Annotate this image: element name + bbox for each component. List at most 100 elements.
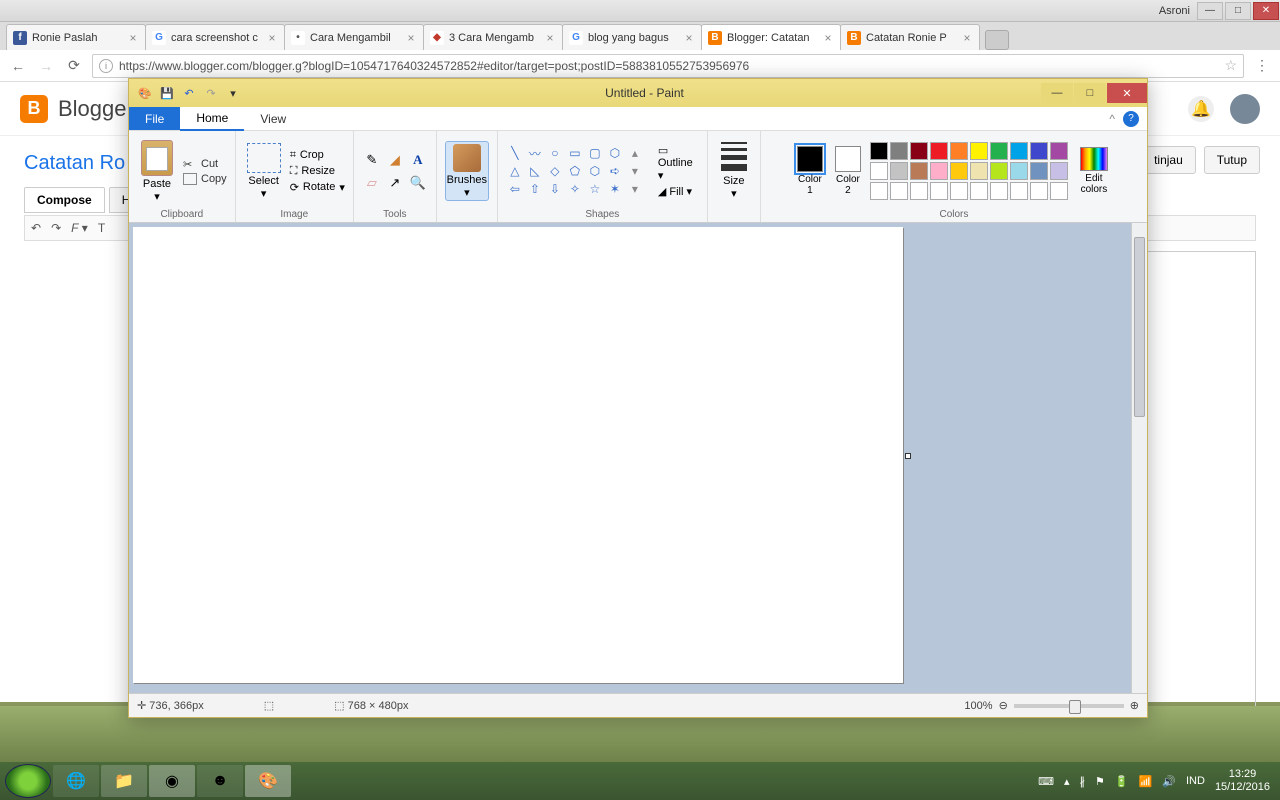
start-button[interactable]	[5, 764, 51, 798]
scrollbar-thumb[interactable]	[1134, 237, 1145, 417]
browser-tab[interactable]: BBlogger: Catatan×	[701, 24, 841, 50]
ribbon-collapse-icon[interactable]: ^	[1109, 112, 1115, 126]
palette-swatch[interactable]	[870, 142, 888, 160]
text-tool-icon[interactable]: A	[408, 150, 428, 170]
edit-colors-button[interactable]: Edit colors	[1074, 147, 1114, 195]
palette-swatch[interactable]	[910, 182, 928, 200]
zoom-out-button[interactable]: ⊖	[999, 699, 1008, 712]
tray-bluetooth-icon[interactable]: ∦	[1080, 775, 1086, 788]
taskbar-chrome-icon[interactable]: ◉	[149, 765, 195, 797]
size-button[interactable]: Size ▾	[716, 142, 752, 200]
shape-star6-icon[interactable]: ✶	[606, 181, 624, 197]
tray-chevron-icon[interactable]: ▴	[1064, 775, 1070, 788]
palette-swatch[interactable]	[990, 142, 1008, 160]
palette-swatch[interactable]	[990, 182, 1008, 200]
browser-tab[interactable]: BCatatan Ronie P×	[840, 24, 980, 50]
palette-swatch[interactable]	[1010, 142, 1028, 160]
palette-swatch[interactable]	[1050, 142, 1068, 160]
shape-rect-icon[interactable]: ▭	[566, 145, 584, 161]
palette-swatch[interactable]	[950, 182, 968, 200]
zoom-in-button[interactable]: ⊕	[1130, 699, 1139, 712]
font-size-dropdown[interactable]: T	[98, 221, 105, 235]
account-avatar[interactable]	[1230, 94, 1260, 124]
chrome-menu-button[interactable]: ⋮	[1252, 56, 1272, 76]
win-close-button[interactable]: ✕	[1253, 2, 1279, 20]
view-tab[interactable]: View	[244, 108, 302, 130]
copy-button[interactable]: Copy	[183, 173, 227, 185]
palette-swatch[interactable]	[970, 182, 988, 200]
shapes-gallery[interactable]: ╲ 〰 ○ ▭ ▢ ⬡ ▴ △ ◺ ◇ ⬠ ⬡ ➪ ▾ ⇦ ⇧ ⇩	[506, 145, 644, 197]
shape-diamond-icon[interactable]: ◇	[546, 163, 564, 179]
canvas-handle-right[interactable]	[905, 453, 911, 459]
qat-save-icon[interactable]: 💾	[159, 85, 175, 101]
browser-tab[interactable]: •Cara Mengambil×	[284, 24, 424, 50]
palette-swatch[interactable]	[1010, 162, 1028, 180]
taskbar-explorer-icon[interactable]: 📁	[101, 765, 147, 797]
paint-canvas[interactable]	[133, 227, 903, 683]
vertical-scrollbar[interactable]	[1131, 223, 1147, 693]
font-family-dropdown[interactable]: F ▾	[71, 221, 88, 235]
palette-swatch[interactable]	[1030, 182, 1048, 200]
color1-button[interactable]: Color 1	[794, 146, 826, 196]
shape-star5-icon[interactable]: ☆	[586, 181, 604, 197]
color2-button[interactable]: Color 2	[832, 146, 864, 196]
shape-line-icon[interactable]: ╲	[506, 145, 524, 161]
reload-button[interactable]: ⟳	[64, 56, 84, 76]
paint-minimize-button[interactable]: —	[1041, 83, 1073, 103]
pencil-tool-icon[interactable]: ✎	[362, 150, 382, 170]
shape-rtri-icon[interactable]: ◺	[526, 163, 544, 179]
cut-button[interactable]: ✂Cut	[183, 158, 227, 170]
back-button[interactable]: ←	[8, 56, 28, 76]
shape-arrowl-icon[interactable]: ⇦	[506, 181, 524, 197]
new-tab-button[interactable]	[985, 30, 1009, 50]
bookmark-star-icon[interactable]: ☆	[1224, 57, 1237, 74]
site-info-icon[interactable]: i	[99, 59, 113, 73]
palette-swatch[interactable]	[930, 142, 948, 160]
tab-close-icon[interactable]: ×	[127, 31, 139, 45]
eraser-tool-icon[interactable]: ▱	[362, 173, 382, 193]
fill-tool-icon[interactable]: ◢	[385, 150, 405, 170]
tab-close-icon[interactable]: ×	[683, 31, 695, 45]
palette-swatch[interactable]	[930, 182, 948, 200]
tray-battery-icon[interactable]: 🔋	[1115, 775, 1129, 788]
taskbar-ie-icon[interactable]: 🌐	[53, 765, 99, 797]
tab-close-icon[interactable]: ×	[961, 31, 973, 45]
qat-redo-icon[interactable]: ↷	[203, 85, 219, 101]
browser-tab[interactable]: fRonie Paslah×	[6, 24, 146, 50]
palette-swatch[interactable]	[910, 142, 928, 160]
palette-swatch[interactable]	[1010, 182, 1028, 200]
palette-swatch[interactable]	[950, 162, 968, 180]
paint-titlebar[interactable]: 🎨 💾 ↶ ↷ ▾ Untitled - Paint — □ ✕	[129, 79, 1147, 107]
tray-language[interactable]: IND	[1186, 775, 1205, 787]
browser-tab[interactable]: Gblog yang bagus×	[562, 24, 702, 50]
preview-button[interactable]: tinjau	[1141, 146, 1196, 174]
palette-swatch[interactable]	[870, 182, 888, 200]
taskbar-app-icon[interactable]: ☻	[197, 765, 243, 797]
brushes-button[interactable]: Brushes ▾	[445, 141, 489, 201]
qat-customize-icon[interactable]: ▾	[225, 85, 241, 101]
palette-swatch[interactable]	[970, 162, 988, 180]
tray-action-icon[interactable]: ⚑	[1095, 775, 1105, 788]
picker-tool-icon[interactable]: ↗	[385, 173, 405, 193]
palette-swatch[interactable]	[890, 182, 908, 200]
redo-icon[interactable]: ↷	[51, 221, 61, 235]
rotate-button[interactable]: ⟳Rotate ▾	[290, 181, 345, 194]
zoom-slider[interactable]	[1014, 704, 1124, 708]
palette-swatch[interactable]	[990, 162, 1008, 180]
paste-button[interactable]: Paste ▾	[137, 140, 177, 203]
tab-close-icon[interactable]: ×	[544, 31, 556, 45]
help-icon[interactable]: ?	[1123, 111, 1139, 127]
select-button[interactable]: Select ▾	[244, 143, 284, 200]
tray-wifi-icon[interactable]: 📶	[1139, 775, 1153, 788]
win-minimize-button[interactable]: —	[1197, 2, 1223, 20]
tab-close-icon[interactable]: ×	[266, 31, 278, 45]
palette-swatch[interactable]	[890, 162, 908, 180]
close-button[interactable]: Tutup	[1204, 146, 1260, 174]
palette-swatch[interactable]	[890, 142, 908, 160]
notifications-icon[interactable]: 🔔	[1188, 96, 1214, 122]
shape-tri-icon[interactable]: △	[506, 163, 524, 179]
blogger-logo-icon[interactable]: B	[20, 95, 48, 123]
shape-curve-icon[interactable]: 〰	[526, 145, 544, 161]
win-maximize-button[interactable]: □	[1225, 2, 1251, 20]
palette-swatch[interactable]	[1030, 162, 1048, 180]
